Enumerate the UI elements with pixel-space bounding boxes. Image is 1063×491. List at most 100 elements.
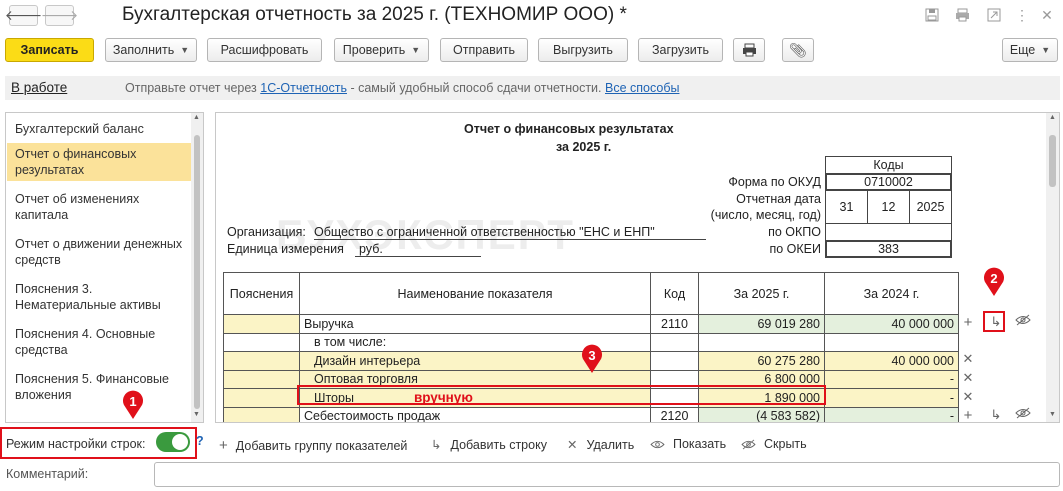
date-year[interactable]: 2025: [909, 190, 952, 224]
load-button[interactable]: Загрузить: [638, 38, 723, 62]
mode-label: Режим настройки строк:: [6, 437, 146, 451]
notes-cell[interactable]: [223, 406, 300, 422]
status-link[interactable]: В работе: [11, 80, 67, 95]
unit-value[interactable]: руб.: [355, 242, 481, 257]
sidebar-item-notes-4[interactable]: Пояснения 4. Основные средства: [7, 323, 191, 361]
save-disk-icon[interactable]: [923, 6, 941, 24]
cur-cell: 69 019 280: [698, 314, 825, 334]
sidebar-item-notes-5[interactable]: Пояснения 5. Финансовые вложения: [7, 368, 191, 406]
cur-cell[interactable]: 60 275 280: [698, 351, 825, 371]
report-title: Отчет о финансовых результатах: [464, 122, 674, 136]
back-button[interactable]: 🡐: [5, 5, 42, 26]
table-row[interactable]: Выручка 2110 69 019 280 40 000 000: [223, 314, 959, 334]
delete-icon[interactable]: ✕: [960, 351, 976, 367]
hide-button[interactable]: Скрыть: [741, 437, 807, 451]
decode-button[interactable]: Расшифровать: [207, 38, 322, 62]
info-bar: В работе Отправьте отчет через 1С-Отчетн…: [5, 76, 1060, 100]
org-value[interactable]: Общество с ограниченной ответственностью…: [314, 225, 706, 240]
org-label: Организация:: [227, 225, 306, 239]
print-icon[interactable]: [953, 6, 971, 24]
prev-cell[interactable]: -: [824, 369, 959, 389]
check-button[interactable]: Проверить ▼: [334, 38, 429, 62]
sidebar-item-financial-results[interactable]: Отчет о финансовых результатах: [7, 143, 191, 181]
add-row-button[interactable]: ↳ Добавить строку: [431, 437, 547, 453]
add-icon[interactable]: +: [960, 407, 976, 422]
scroll-up-icon[interactable]: ▲: [193, 114, 200, 121]
help-icon[interactable]: ?: [196, 434, 204, 448]
sidebar-item-label: Отчет о финансовых результатах: [15, 147, 137, 177]
scroll-up-icon[interactable]: ▲: [1049, 114, 1056, 121]
info-text-2: - самый удобный способ сдачи отчетности.: [346, 81, 602, 95]
report-scrollbar[interactable]: ▲ ▼: [1046, 113, 1059, 422]
scroll-thumb[interactable]: [194, 135, 200, 409]
fill-button[interactable]: Заполнить ▼: [105, 38, 197, 62]
notes-cell[interactable]: [223, 388, 300, 408]
forward-button[interactable]: 🡒: [41, 5, 78, 26]
comment-label: Комментарий:: [6, 467, 89, 481]
add-group-label: Добавить группу показателей: [235, 438, 408, 453]
send-button[interactable]: Отправить: [440, 38, 528, 62]
prev-cell[interactable]: -: [824, 388, 959, 408]
scroll-thumb[interactable]: [1049, 135, 1056, 187]
more-label: Еще: [1009, 43, 1036, 57]
link-icon[interactable]: [985, 6, 1003, 24]
show-button[interactable]: Показать: [650, 437, 726, 451]
delete-icon: ✕: [567, 438, 578, 452]
unload-button[interactable]: Выгрузить: [538, 38, 628, 62]
sidebar: Бухгалтерский баланс Отчет о финансовых …: [5, 112, 204, 423]
delete-icon[interactable]: ✕: [960, 389, 976, 405]
sidebar-scrollbar[interactable]: ▲ ▼: [191, 113, 203, 422]
more-menu-icon[interactable]: ⋮: [1013, 6, 1031, 24]
show-label: Показать: [673, 437, 727, 451]
report-period: за 2025 г.: [556, 140, 612, 154]
table-row[interactable]: Себестоимость продаж 2120 (4 583 582) -: [223, 406, 959, 422]
sidebar-item-cash-flow[interactable]: Отчет о движении денежных средств: [7, 233, 191, 271]
sidebar-item-capital-changes[interactable]: Отчет об изменениях капитала: [7, 188, 191, 226]
add-group-button[interactable]: + Добавить группу показателей: [219, 437, 407, 454]
add-row-icon[interactable]: ↳: [988, 407, 1004, 422]
okei-value[interactable]: 383: [825, 240, 952, 258]
hide-eye-icon[interactable]: [1015, 407, 1031, 422]
delete-icon[interactable]: ✕: [960, 370, 976, 386]
mode-toggle[interactable]: [156, 432, 190, 452]
okud-value[interactable]: 0710002: [825, 173, 952, 191]
print-button[interactable]: [733, 38, 765, 62]
sidebar-item-notes-3[interactable]: Пояснения 3. Нематериальные активы: [7, 278, 191, 316]
code-cell: [650, 332, 699, 352]
col-prev-header: За 2024 г.: [824, 272, 959, 315]
notes-cell[interactable]: [223, 314, 300, 334]
chevron-down-icon: ▼: [180, 45, 190, 55]
sidebar-item-balance[interactable]: Бухгалтерский баланс: [7, 118, 191, 140]
notes-cell[interactable]: [223, 351, 300, 371]
hide-eye-icon[interactable]: [1015, 314, 1031, 329]
date-label: Отчетная дата: [736, 192, 821, 206]
send-label: Отправить: [453, 43, 515, 57]
close-icon[interactable]: ✕: [1038, 6, 1056, 24]
arrow-right-icon: 🡒: [40, 7, 79, 23]
date-month[interactable]: 12: [867, 190, 910, 224]
arrow-left-icon: 🡐: [4, 7, 43, 23]
comment-input[interactable]: [154, 462, 1060, 487]
marker-2-label: 2: [990, 271, 998, 286]
save-button[interactable]: Записать: [5, 38, 94, 62]
attach-button[interactable]: 📎︎: [782, 38, 814, 62]
report-area: Отчет о финансовых результатах за 2025 г…: [215, 112, 1060, 423]
scroll-down-icon[interactable]: ▼: [193, 411, 200, 418]
more-button[interactable]: Еще ▼: [1002, 38, 1058, 62]
prev-cell[interactable]: 40 000 000: [824, 351, 959, 371]
scroll-down-icon[interactable]: ▼: [1049, 411, 1056, 418]
chevron-down-icon: ▼: [411, 45, 421, 55]
check-label: Проверить: [342, 43, 406, 57]
notes-cell[interactable]: [223, 369, 300, 389]
1c-reporting-link[interactable]: 1С-Отчетность: [260, 81, 347, 95]
code-cell: 2110: [650, 314, 699, 334]
name-cell: Себестоимость продаж: [299, 406, 651, 422]
okud-label: Форма по ОКУД: [728, 175, 821, 189]
prev-cell: [824, 332, 959, 352]
okpo-value[interactable]: [825, 223, 952, 241]
date-day[interactable]: 31: [825, 190, 868, 224]
add-icon[interactable]: +: [960, 314, 976, 331]
delete-button[interactable]: ✕ Удалить: [567, 437, 634, 453]
all-methods-link[interactable]: Все способы: [605, 81, 679, 95]
col-code-header: Код: [650, 272, 699, 315]
